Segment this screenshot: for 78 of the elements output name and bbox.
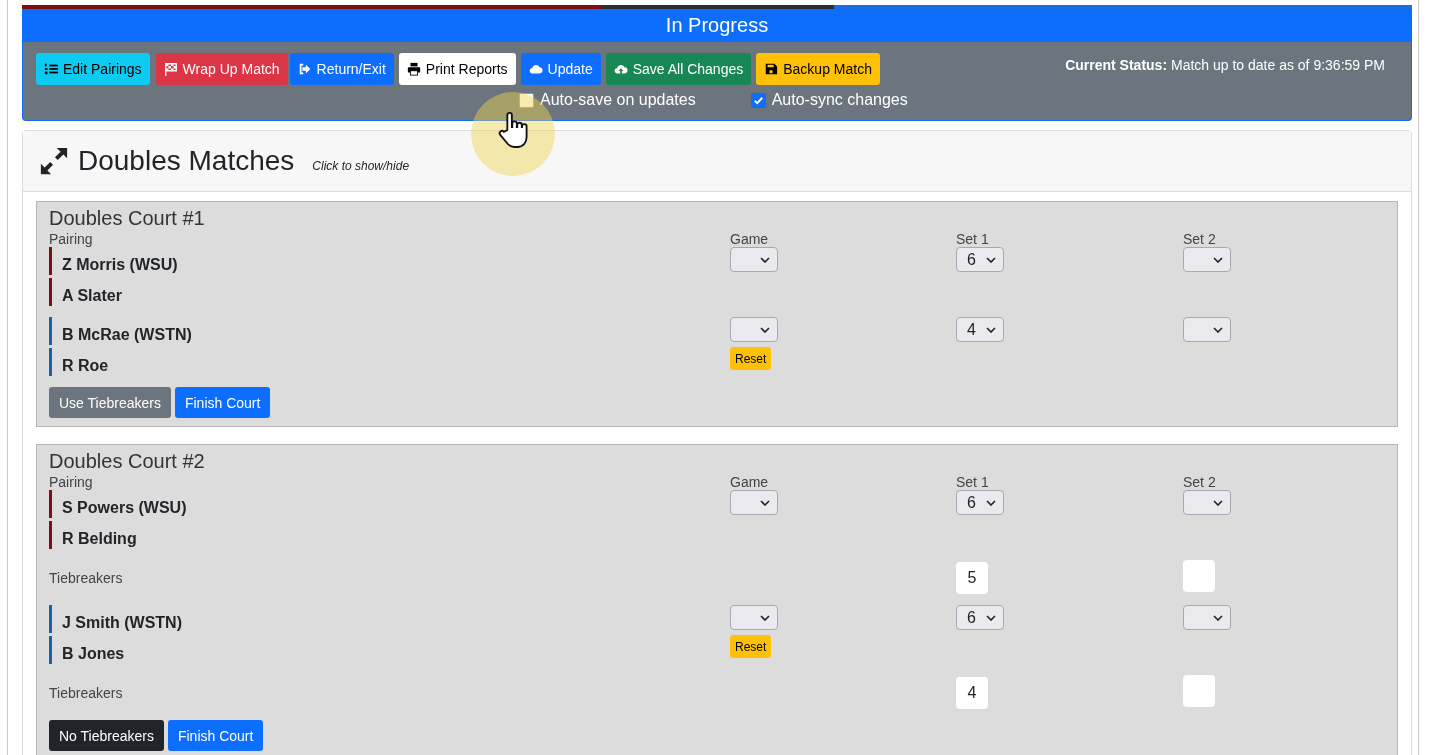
chevron-down-icon xyxy=(1213,614,1223,621)
tiebreaker-input[interactable]: 5 xyxy=(956,562,988,594)
print-icon xyxy=(406,62,421,76)
tiebreaker-input[interactable] xyxy=(1183,560,1215,592)
score-select[interactable] xyxy=(1183,605,1231,630)
chevron-down-icon xyxy=(986,614,996,621)
chevron-down-icon xyxy=(760,499,770,506)
hand-cursor-icon xyxy=(496,110,530,150)
score-select[interactable] xyxy=(730,317,778,342)
toolbar-button[interactable]: Edit Pairings xyxy=(36,53,150,85)
toolbar-button[interactable]: Save All Changes xyxy=(605,53,752,85)
score-select[interactable]: 4 xyxy=(956,317,1004,342)
score-select[interactable]: 6 xyxy=(956,247,1004,272)
chevron-down-icon xyxy=(1213,326,1223,333)
column-label: Pairing xyxy=(49,231,94,247)
chevron-down-icon xyxy=(760,614,770,621)
chevron-down-icon xyxy=(986,499,996,506)
toolbar-button[interactable]: Wrap Up Match xyxy=(155,53,288,85)
toolbar-button[interactable]: Print Reports xyxy=(398,53,516,85)
section-hint: Click to show/hide xyxy=(312,159,410,173)
court-button[interactable]: Use Tiebreakers xyxy=(49,387,171,418)
column-label: Set 2 xyxy=(1183,474,1217,490)
player-name: Z Morris (WSU) xyxy=(62,255,178,275)
player-name: S Powers (WSU) xyxy=(62,498,187,518)
column-label: Set 1 xyxy=(956,474,990,490)
player-name: R Roe xyxy=(62,356,109,376)
score-select[interactable]: 6 xyxy=(956,605,1004,630)
chevron-down-icon xyxy=(760,326,770,333)
tiebreakers-label: Tiebreakers xyxy=(49,685,124,701)
section-title: Doubles Matches xyxy=(78,145,295,177)
cloud-icon xyxy=(528,62,543,76)
score-select[interactable] xyxy=(730,490,778,515)
expand-arrows-icon xyxy=(39,146,69,176)
exit-icon xyxy=(297,62,312,76)
status-banner: In Progress xyxy=(22,9,1412,42)
section-header[interactable]: Doubles Matches Click to show/hide xyxy=(23,131,1411,192)
score-select[interactable] xyxy=(1183,247,1231,272)
court-button[interactable]: Finish Court xyxy=(174,387,271,418)
court-button[interactable]: Finish Court xyxy=(167,720,264,751)
chevron-down-icon xyxy=(986,326,996,333)
status-text: Current Status: Match up to date as of 9:36:59 PM xyxy=(1065,57,1385,75)
cloud-upload-icon xyxy=(613,62,628,76)
column-label: Pairing xyxy=(49,474,94,490)
checkered-flag-icon xyxy=(163,62,178,76)
tiebreakers-label: Tiebreakers xyxy=(49,570,124,586)
reset-button[interactable]: Reset xyxy=(730,635,772,658)
column-label: Set 2 xyxy=(1183,231,1217,247)
toolbar-button[interactable]: Backup Match xyxy=(756,53,880,85)
checkbox-label: Auto-sync changes xyxy=(771,91,908,109)
column-label: Game xyxy=(730,231,770,247)
column-label: Game xyxy=(730,474,770,490)
court-button[interactable]: No Tiebreakers xyxy=(49,720,164,751)
player-name: A Slater xyxy=(62,286,122,306)
court-title: Doubles Court #2 xyxy=(49,449,206,474)
player-name: B Jones xyxy=(62,644,125,664)
player-name: J Smith (WSTN) xyxy=(62,613,182,633)
column-label: Set 1 xyxy=(956,231,990,247)
score-select[interactable]: 6 xyxy=(956,490,1004,515)
reset-button[interactable]: Reset xyxy=(730,347,772,370)
list-icon xyxy=(44,62,58,76)
tiebreaker-input[interactable]: 4 xyxy=(956,677,988,709)
checkbox[interactable] xyxy=(750,92,766,108)
toolbar-button[interactable]: Return/Exit xyxy=(289,53,394,85)
score-select[interactable] xyxy=(1183,317,1231,342)
player-name: B McRae (WSTN) xyxy=(62,325,192,345)
court-title: Doubles Court #1 xyxy=(49,206,206,231)
chevron-down-icon xyxy=(1213,499,1223,506)
tiebreaker-input[interactable] xyxy=(1183,675,1215,707)
chevron-down-icon xyxy=(760,256,770,263)
score-select[interactable] xyxy=(730,247,778,272)
chevron-down-icon xyxy=(1213,256,1223,263)
chevron-down-icon xyxy=(986,256,996,263)
checkbox-label: Auto-save on updates xyxy=(540,91,696,109)
player-name: R Belding xyxy=(62,529,137,549)
checkbox[interactable] xyxy=(519,92,534,108)
toolbar-button[interactable]: Update xyxy=(520,53,601,85)
score-select[interactable] xyxy=(730,605,778,630)
score-select[interactable] xyxy=(1183,490,1231,515)
